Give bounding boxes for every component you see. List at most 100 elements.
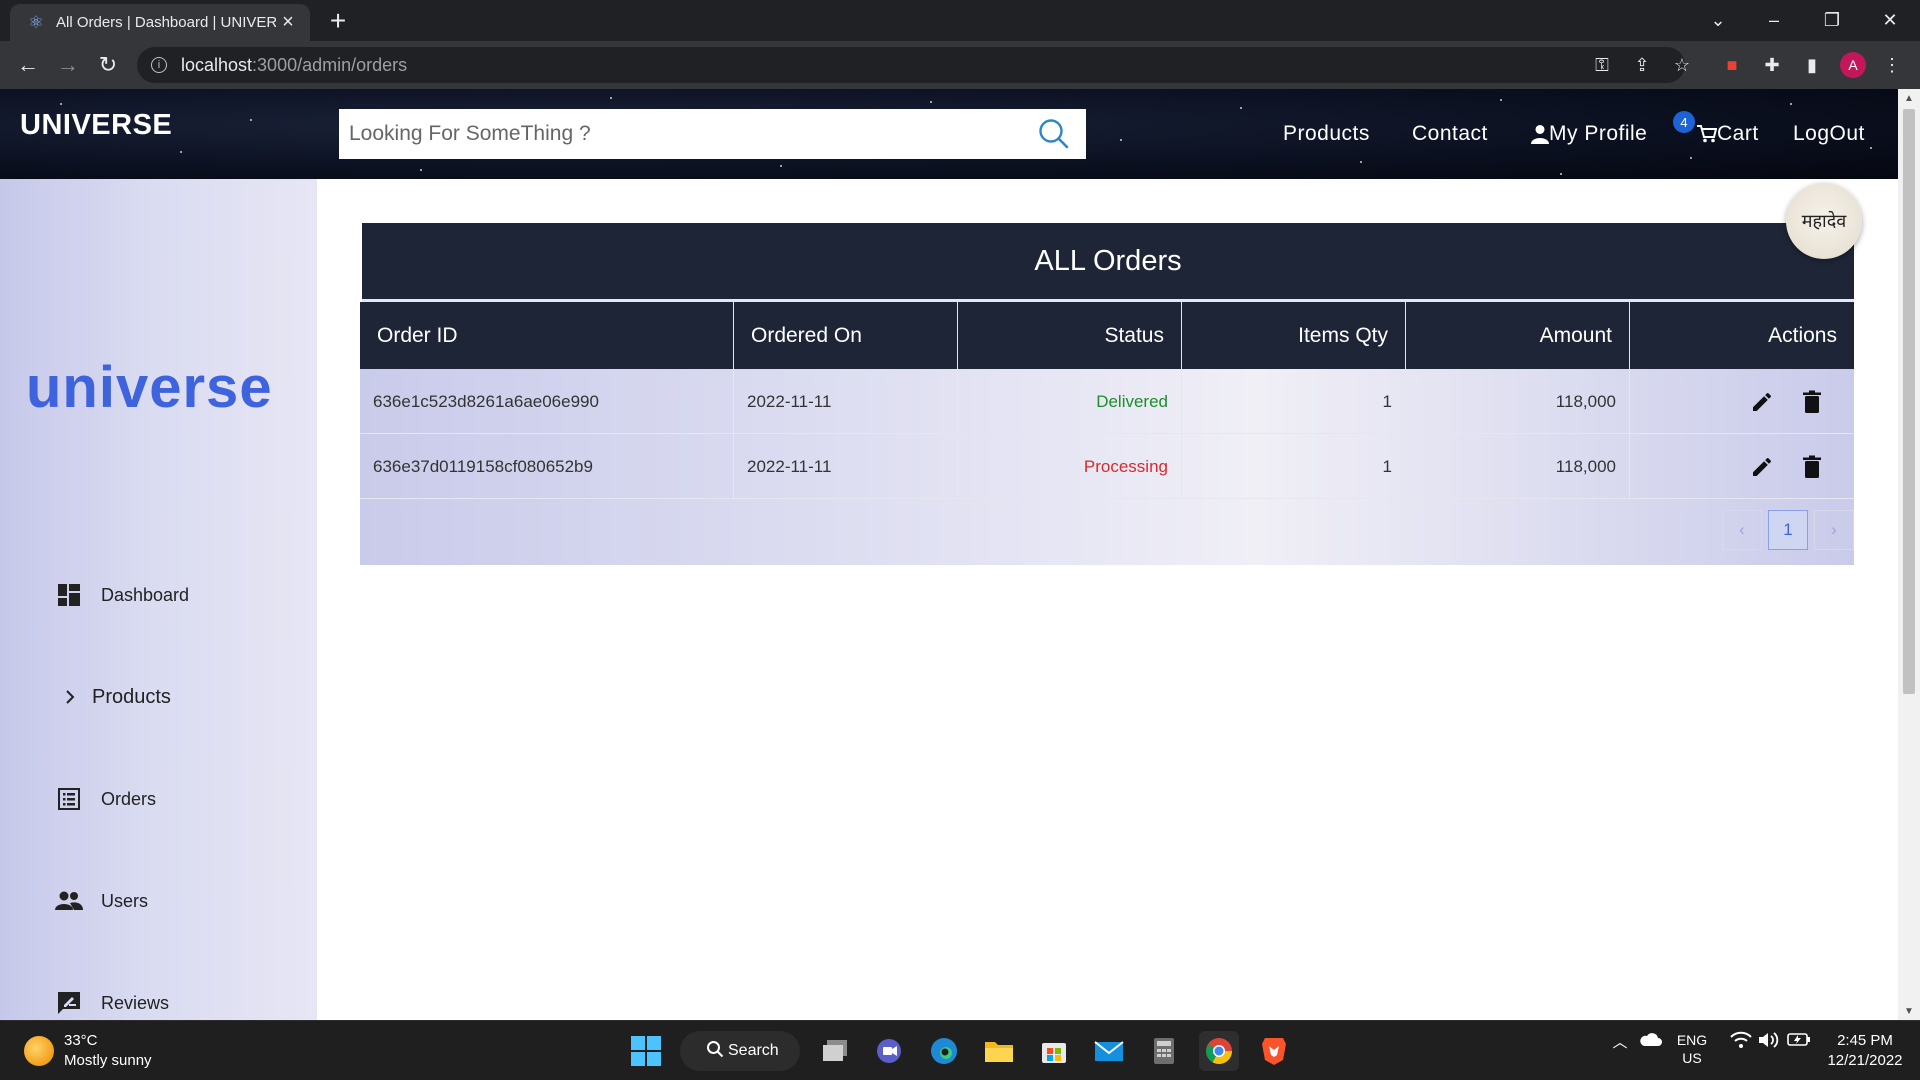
bookmark-star-icon[interactable]: ☆: [1668, 51, 1696, 79]
battery-icon[interactable]: [1786, 1031, 1812, 1047]
pagination-prev-button[interactable]: ‹: [1722, 510, 1762, 550]
sidebar-item-reviews[interactable]: Reviews: [55, 989, 169, 1017]
mail-icon[interactable]: [1089, 1031, 1129, 1071]
page-scrollbar[interactable]: ▲ ▼: [1898, 89, 1920, 1020]
table-row: 636e1c523d8261a6ae06e990 2022-11-11 Deli…: [360, 369, 1854, 434]
users-icon: [55, 887, 83, 915]
sidebar-logo[interactable]: universe: [26, 354, 273, 421]
delete-trash-icon[interactable]: [1794, 384, 1830, 420]
forward-button[interactable]: →: [52, 49, 84, 81]
nav-cart-label: Cart: [1717, 122, 1759, 145]
pagination-next-button[interactable]: ›: [1814, 510, 1854, 550]
language-indicator[interactable]: ENG US: [1670, 1031, 1714, 1067]
cell-ordered-on: 2022-11-11: [734, 434, 958, 499]
sidebar-item-users[interactable]: Users: [55, 887, 148, 915]
nav-my-profile[interactable]: My Profile: [1531, 122, 1647, 146]
column-order-id[interactable]: Order ID: [360, 302, 734, 369]
admin-avatar[interactable]: महादेव: [1786, 183, 1862, 259]
nav-contact[interactable]: Contact: [1412, 122, 1488, 146]
column-ordered-on[interactable]: Ordered On: [734, 302, 958, 369]
side-panel-icon[interactable]: ▮: [1798, 51, 1826, 79]
search-icon[interactable]: [1022, 109, 1086, 159]
file-explorer-icon[interactable]: [979, 1031, 1019, 1071]
orders-panel: ALL Orders Order ID Ordered On Status It…: [360, 223, 1854, 565]
close-tab-icon[interactable]: ×: [276, 11, 300, 35]
column-amount[interactable]: Amount: [1406, 302, 1630, 369]
edit-pencil-icon[interactable]: [1744, 384, 1780, 420]
cart-icon: [1697, 125, 1717, 143]
sidebar-item-products[interactable]: Products: [62, 683, 171, 711]
teams-chat-icon[interactable]: [869, 1031, 909, 1071]
nav-logout[interactable]: LogOut: [1793, 122, 1865, 146]
password-key-icon[interactable]: ⚿: [1588, 51, 1616, 79]
browser-toolbar: ← → ↻ i localhost:3000/admin/orders ⚿ ⇪ …: [0, 41, 1920, 89]
taskbar-search[interactable]: Search: [680, 1031, 800, 1071]
chrome-icon[interactable]: [1199, 1031, 1239, 1071]
language-label: ENG: [1676, 1032, 1708, 1048]
reload-button[interactable]: ↻: [92, 49, 124, 81]
weather-condition: Mostly sunny: [64, 1052, 152, 1069]
system-clock[interactable]: 2:45 PM 12/21/2022: [1820, 1031, 1910, 1071]
sidebar-item-label: Products: [92, 685, 171, 708]
page-viewport: UNIVERSE Products Contact My Profile 4 C…: [0, 89, 1898, 1020]
browser-tab-bar: ⚛ All Orders | Dashboard | UNIVERSE × + …: [0, 0, 1920, 41]
share-icon[interactable]: ⇪: [1628, 51, 1656, 79]
edge-browser-icon[interactable]: [924, 1031, 964, 1071]
minimize-button[interactable]: –: [1748, 0, 1800, 41]
tab-title: All Orders | Dashboard | UNIVERSE: [56, 14, 276, 31]
edit-pencil-icon[interactable]: [1744, 449, 1780, 485]
task-view-icon[interactable]: [815, 1031, 855, 1071]
clock-date: 12/21/2022: [1827, 1052, 1903, 1069]
chevron-right-icon: [62, 683, 78, 711]
scroll-up-arrow-icon[interactable]: ▲: [1898, 89, 1920, 107]
clock-time: 2:45 PM: [1837, 1032, 1893, 1049]
new-tab-button[interactable]: +: [323, 5, 353, 36]
pagination: ‹ 1 ›: [1722, 510, 1854, 550]
nav-cart[interactable]: Cart: [1697, 122, 1759, 146]
windows-start-icon[interactable]: [626, 1031, 666, 1071]
column-status[interactable]: Status: [958, 302, 1182, 369]
site-info-icon[interactable]: i: [151, 57, 167, 73]
volume-icon[interactable]: [1756, 1031, 1782, 1049]
tab-search-icon[interactable]: ⌄: [1692, 0, 1744, 41]
extension-red-icon[interactable]: ■: [1718, 51, 1746, 79]
microsoft-store-icon[interactable]: [1034, 1031, 1074, 1071]
taskbar: 33°C Mostly sunny Search ︿ ENG US 2:45 P…: [0, 1020, 1920, 1080]
url-path: :3000/admin/orders: [252, 54, 408, 75]
cell-items-qty: 1: [1182, 369, 1406, 434]
user-icon: [1531, 125, 1549, 144]
sidebar-item-orders[interactable]: Orders: [55, 785, 156, 813]
cart-count-badge: 4: [1673, 111, 1695, 133]
calculator-icon[interactable]: [1144, 1031, 1184, 1071]
sidebar-item-label: Dashboard: [101, 584, 190, 605]
profile-avatar[interactable]: A: [1840, 52, 1866, 78]
region-label: US: [1682, 1050, 1702, 1066]
column-items-qty[interactable]: Items Qty: [1182, 302, 1406, 369]
restore-button[interactable]: ❐: [1806, 0, 1858, 41]
search-icon: [706, 1040, 724, 1063]
search-input[interactable]: [339, 122, 1022, 146]
back-button[interactable]: ←: [12, 49, 44, 81]
address-bar[interactable]: i localhost:3000/admin/orders: [137, 47, 1685, 83]
tray-overflow-chevron-icon[interactable]: ︿: [1608, 1031, 1632, 1052]
weather-widget[interactable]: 33°C Mostly sunny: [24, 1031, 152, 1071]
nav-my-profile-label: My Profile: [1549, 122, 1648, 145]
extensions-puzzle-icon[interactable]: ✚: [1758, 51, 1786, 79]
browser-tab[interactable]: ⚛ All Orders | Dashboard | UNIVERSE ×: [10, 4, 310, 41]
cell-amount: 118,000: [1406, 369, 1630, 434]
window-close-button[interactable]: ✕: [1864, 0, 1916, 41]
brave-browser-icon[interactable]: [1254, 1031, 1294, 1071]
dashboard-icon: [55, 581, 83, 609]
sidebar-item-dashboard[interactable]: Dashboard: [55, 581, 189, 609]
delete-trash-icon[interactable]: [1794, 449, 1830, 485]
sidebar-item-label: Orders: [101, 788, 157, 809]
scroll-down-arrow-icon[interactable]: ▼: [1898, 1002, 1920, 1020]
onedrive-cloud-icon[interactable]: [1636, 1031, 1664, 1047]
brand-logo[interactable]: UNIVERSE: [20, 109, 172, 142]
nav-products[interactable]: Products: [1283, 122, 1370, 146]
browser-menu-icon[interactable]: ⋮: [1878, 51, 1906, 79]
pagination-page-1[interactable]: 1: [1768, 510, 1808, 550]
screen: ⚛ All Orders | Dashboard | UNIVERSE × + …: [0, 0, 1920, 1080]
wifi-icon[interactable]: [1728, 1031, 1754, 1049]
scrollbar-thumb[interactable]: [1903, 109, 1915, 694]
